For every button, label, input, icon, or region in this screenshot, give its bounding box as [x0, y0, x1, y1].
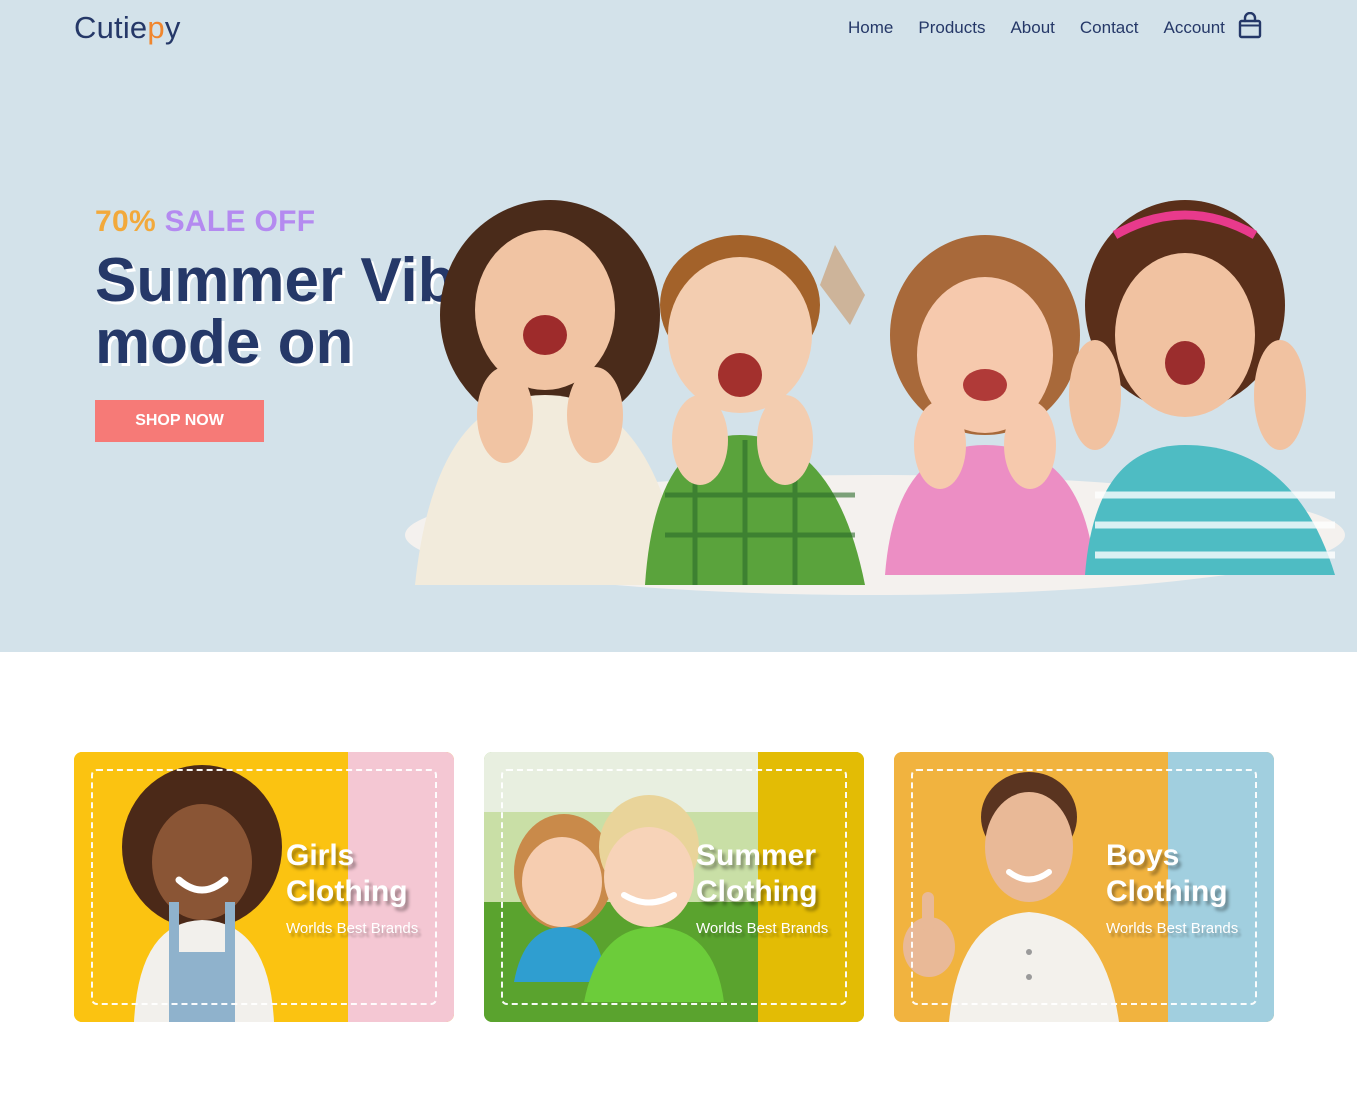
headline-line-2: mode on: [95, 308, 354, 377]
brand-logo[interactable]: Cutiepy: [74, 10, 181, 46]
main-nav: Home Products About Contact Account: [848, 12, 1262, 39]
sale-text: SALE OFF: [164, 205, 316, 238]
card-title-line-1: Girls: [286, 839, 355, 872]
nav-contact[interactable]: Contact: [1080, 18, 1139, 38]
category-card-boys[interactable]: Boys Clothing Worlds Best Brands: [894, 752, 1274, 1022]
card-title: Boys Clothing: [1106, 838, 1228, 910]
category-card-summer[interactable]: Summer Clothing Worlds Best Brands: [484, 752, 864, 1022]
shopping-bag-icon[interactable]: [1237, 12, 1263, 40]
card-subtitle: Worlds Best Brands: [1106, 920, 1239, 937]
brand-name-accent: p: [147, 10, 165, 45]
nav-home[interactable]: Home: [848, 18, 893, 38]
card-title-line-2: Clothing: [1106, 875, 1228, 908]
sale-tagline: 70% SALE OFF: [95, 205, 315, 239]
card-title-line-1: Summer: [696, 839, 817, 872]
card-title: Girls Clothing: [286, 838, 408, 910]
nav-products[interactable]: Products: [918, 18, 985, 38]
brand-name-main: Cutie: [74, 10, 148, 45]
card-subtitle: Worlds Best Brands: [286, 920, 419, 937]
sale-percent: 70%: [95, 205, 156, 238]
hero-section: Cutiepy Home Products About Contact Acco…: [0, 0, 1357, 652]
category-card-girls[interactable]: Girls Clothing Worlds Best Brands: [74, 752, 454, 1022]
card-subtitle: Worlds Best Brands: [696, 920, 829, 937]
card-title-line-2: Clothing: [286, 875, 408, 908]
card-title-line-2: Clothing: [696, 875, 818, 908]
card-title: Summer Clothing: [696, 838, 818, 910]
card-title-line-1: Boys: [1106, 839, 1180, 872]
brand-name-end: y: [164, 10, 181, 45]
nav-about[interactable]: About: [1010, 18, 1054, 38]
shop-now-button[interactable]: SHOP NOW: [95, 400, 264, 442]
nav-account[interactable]: Account: [1163, 18, 1224, 38]
hero-kids-image: [405, 200, 1345, 595]
